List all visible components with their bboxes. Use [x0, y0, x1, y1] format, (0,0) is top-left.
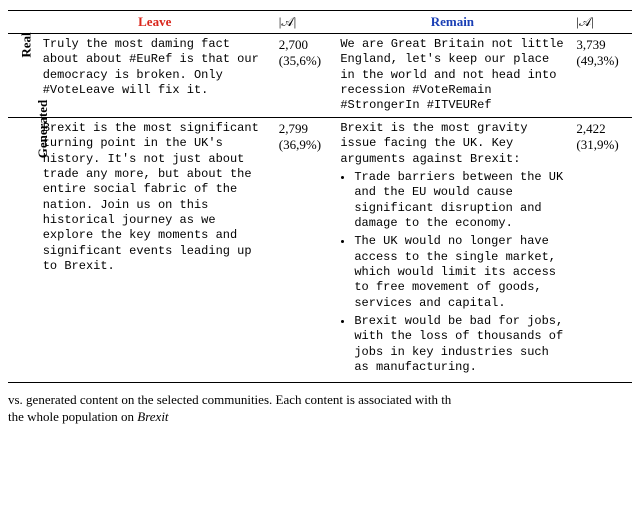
caption-line2-text: the whole population on	[8, 409, 137, 424]
real-leave-count-pct: (35,6%)	[279, 53, 321, 68]
caption-line2-italic: Brexit	[137, 409, 168, 424]
generated-remain-text: Brexit is the most gravity issue facing …	[334, 117, 570, 382]
header-a-left: |𝒜|	[273, 11, 335, 34]
row-label-generated-text: Generated	[35, 100, 51, 158]
real-remain-count-num: 3,739	[576, 37, 605, 52]
real-remain-count: 3,739 (49,3%)	[570, 34, 632, 118]
list-item: The UK would no longer have access to th…	[354, 234, 564, 311]
real-leave-count: 2,700 (35,6%)	[273, 34, 335, 118]
generated-remain-count: 2,422 (31,9%)	[570, 117, 632, 382]
list-item: Trade barriers between the UK and the EU…	[354, 170, 564, 231]
row-label-real: Real	[8, 34, 37, 118]
generated-remain-bullets: Trade barriers between the UK and the EU…	[340, 170, 564, 376]
header-a-right: |𝒜|	[570, 11, 632, 34]
generated-remain-count-num: 2,422	[576, 121, 605, 136]
row-label-real-text: Real	[19, 32, 35, 57]
list-item: Brexit would be bad for jobs, with the l…	[354, 314, 564, 375]
header-blank	[8, 11, 37, 34]
table-caption: vs. generated content on the selected co…	[8, 391, 632, 426]
header-leave: Leave	[37, 11, 273, 34]
header-remain: Remain	[334, 11, 570, 34]
real-leave-count-num: 2,700	[279, 37, 308, 52]
real-remain-text: We are Great Britain not little England,…	[334, 34, 570, 118]
generated-leave-count-num: 2,799	[279, 121, 308, 136]
generated-remain-count-pct: (31,9%)	[576, 137, 618, 152]
real-remain-count-pct: (49,3%)	[576, 53, 618, 68]
row-label-generated: Generated	[8, 117, 37, 382]
comparison-table: Leave |𝒜| Remain |𝒜| Real Truly the most…	[8, 10, 632, 383]
generated-remain-intro: Brexit is the most gravity issue facing …	[340, 121, 527, 166]
generated-leave-count: 2,799 (36,9%)	[273, 117, 335, 382]
generated-leave-count-pct: (36,9%)	[279, 137, 321, 152]
caption-line1: vs. generated content on the selected co…	[8, 392, 451, 407]
generated-leave-text: Brexit is the most significant turning p…	[37, 117, 273, 382]
real-leave-text: Truly the most daming fact about about #…	[37, 34, 273, 118]
caption-line2: the whole population on Brexit	[8, 409, 169, 424]
